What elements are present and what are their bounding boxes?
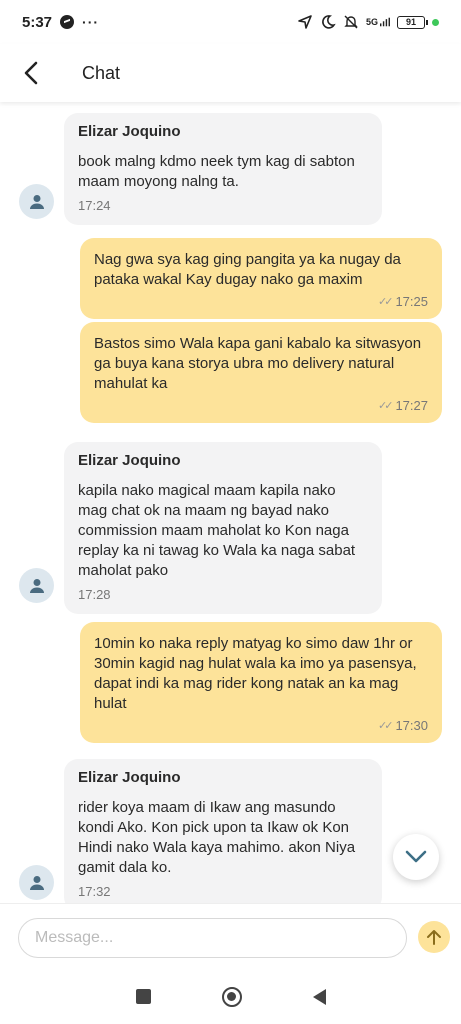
mute-icon: [343, 14, 359, 30]
read-checkmarks-icon: ✓✓: [378, 720, 394, 732]
signal-icon: 5G: [366, 14, 390, 30]
app-header: Chat: [0, 44, 461, 102]
user-icon: [29, 194, 44, 209]
message-text: kapila nako magical maam kapila nako mag…: [78, 482, 356, 579]
sender-name: Elizar Joquino: [78, 123, 181, 140]
send-button[interactable]: [418, 921, 450, 953]
incoming-message: Elizar Joquino book malng kdmo neek tym …: [64, 113, 382, 225]
message-text: 10min ko naka reply matyag ko simo daw 1…: [94, 635, 417, 712]
read-checkmarks-icon: ✓✓: [378, 296, 394, 308]
message-time: 17:24: [78, 198, 111, 213]
page-title: Chat: [82, 62, 121, 83]
home-icon[interactable]: [221, 986, 242, 1007]
status-left: 5:37 ···: [22, 14, 99, 31]
outgoing-message: Bastos simo Wala kapa gani kabalo ka sit…: [80, 322, 442, 423]
message-meta: ✓✓ 17:30: [94, 718, 428, 733]
outgoing-message: Nag gwa sya kag ging pangita ya ka nugay…: [80, 238, 442, 319]
user-icon: [29, 578, 44, 593]
chevron-down-icon: [405, 850, 427, 863]
avatar[interactable]: [19, 568, 54, 603]
message-meta: ✓✓ 17:25: [94, 294, 428, 309]
chevron-left-icon: [24, 61, 38, 85]
messenger-icon: [60, 15, 75, 29]
arrow-up-icon: [427, 930, 441, 945]
sender-name: Elizar Joquino: [78, 452, 181, 469]
message-time: 17:28: [78, 587, 111, 602]
network-label: 5G: [366, 17, 379, 27]
message-text: book malng kdmo neek tym kag di sabton m…: [78, 153, 355, 190]
message-time: 17:32: [78, 884, 111, 899]
sender-name: Elizar Joquino: [78, 769, 181, 786]
message-time: 17:30: [395, 718, 428, 733]
read-checkmarks-icon: ✓✓: [378, 400, 394, 412]
message-text: Bastos simo Wala kapa gani kabalo ka sit…: [94, 335, 422, 392]
battery-icon: 91: [397, 15, 428, 29]
avatar[interactable]: [19, 865, 54, 900]
incoming-message: Elizar Joquino rider koya maam di Ikaw a…: [64, 759, 382, 911]
incoming-message: Elizar Joquino kapila nako magical maam …: [64, 442, 382, 614]
message-text: rider koya maam di Ikaw ang masundo kond…: [78, 799, 356, 876]
status-right: 5G 91: [297, 14, 439, 30]
message-meta: ✓✓ 17:27: [94, 398, 428, 413]
status-bar: 5:37 ··· 5G 91: [0, 0, 461, 44]
scroll-to-bottom-button[interactable]: [393, 834, 439, 880]
back-button[interactable]: [0, 44, 62, 102]
avatar[interactable]: [19, 184, 54, 219]
outgoing-message: 10min ko naka reply matyag ko simo daw 1…: [80, 622, 442, 743]
back-triangle-icon[interactable]: [312, 988, 326, 1005]
user-icon: [29, 875, 44, 890]
location-arrow-icon: [297, 14, 313, 30]
message-time: 17:27: [395, 398, 428, 413]
message-input[interactable]: [18, 918, 407, 958]
message-time: 17:25: [395, 294, 428, 309]
chat-message-list[interactable]: Elizar Joquino book malng kdmo neek tym …: [0, 102, 461, 911]
message-text: Nag gwa sya kag ging pangita ya ka nugay…: [94, 251, 401, 288]
recent-apps-icon[interactable]: [135, 989, 151, 1004]
privacy-indicator-dot: [432, 18, 439, 26]
status-time: 5:37: [22, 13, 53, 31]
more-notifications-icon: ···: [82, 14, 100, 30]
system-navigation-bar: [0, 969, 461, 1024]
message-composer: [0, 903, 461, 969]
moon-icon: [320, 14, 336, 30]
